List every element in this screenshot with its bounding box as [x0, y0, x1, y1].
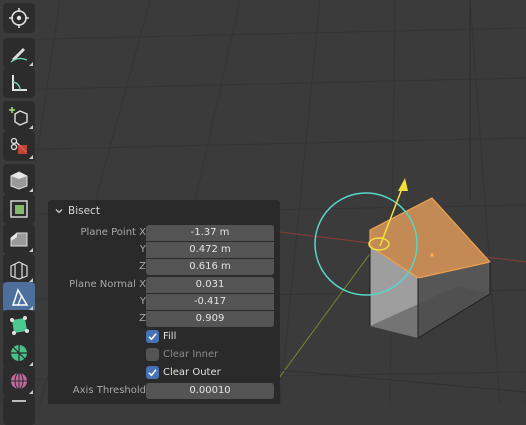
- plane-point-y-row: Y 0.472 m: [48, 242, 280, 258]
- cursor-icon: [9, 8, 29, 28]
- inset-tool-button[interactable]: [3, 194, 35, 224]
- submenu-indicator: [29, 188, 33, 192]
- smooth-tool-button[interactable]: [3, 366, 35, 396]
- plane-normal-x-field[interactable]: 0.031: [146, 277, 274, 293]
- bevel-icon: [10, 232, 28, 247]
- extrude-tool-button[interactable]: [3, 164, 35, 194]
- submenu-indicator: [29, 248, 33, 252]
- smooth-icon: [11, 372, 27, 390]
- submenu-indicator: [29, 155, 33, 159]
- plane-normal-z-field[interactable]: 0.909: [146, 311, 274, 327]
- poly-build-tool-button[interactable]: [3, 310, 35, 340]
- fill-row: Fill: [48, 329, 280, 345]
- plane-normal-z-row: Z 0.909: [48, 311, 280, 327]
- inset-icon: [10, 200, 28, 218]
- face-center-dot: [430, 253, 434, 257]
- clear-inner-row: Clear Inner: [48, 347, 280, 363]
- measure-tool-button[interactable]: [3, 68, 35, 98]
- plane-point-z-field[interactable]: 0.616 m: [146, 259, 274, 275]
- plane-normal-y-field[interactable]: -0.417: [146, 294, 274, 310]
- shear-icon: [12, 400, 26, 402]
- clear-outer-label[interactable]: Clear Outer: [163, 365, 221, 381]
- plane-normal-x-row: Plane Normal X 0.031: [48, 277, 280, 293]
- clear-outer-row: Clear Outer: [48, 365, 280, 381]
- plane-normal-z-label: Z: [139, 313, 146, 324]
- spin-icon: [11, 345, 27, 361]
- submenu-indicator: [29, 125, 33, 129]
- add-cube-tool-button[interactable]: [3, 101, 35, 131]
- knife-bisect-icon: [11, 288, 29, 306]
- loop-cut-tool-button[interactable]: [3, 254, 35, 284]
- mesh-object[interactable]: [369, 197, 492, 339]
- chevron-down-icon: [55, 209, 63, 214]
- plane-normal-y-row: Y -0.417: [48, 294, 280, 310]
- annotate-tool-button[interactable]: [3, 38, 35, 68]
- clear-inner-checkbox[interactable]: [146, 348, 159, 361]
- transform-tool-button[interactable]: [3, 131, 35, 161]
- annotate-icon: [10, 48, 28, 63]
- spin-tool-button[interactable]: [3, 338, 35, 368]
- clear-inner-label[interactable]: Clear Inner: [163, 347, 218, 363]
- measure-icon: [12, 75, 27, 91]
- transform-icon: [10, 137, 27, 154]
- extrude-icon: [10, 171, 28, 190]
- plane-point-z-row: Z 0.616 m: [48, 259, 280, 275]
- bisect-operator-panel: Bisect Plane Point X -1.37 m Y 0.472 m Z…: [48, 200, 280, 404]
- panel-header[interactable]: Bisect: [54, 203, 100, 219]
- axis-threshold-row: Axis Threshold 0.00010: [48, 383, 280, 399]
- plane-point-x-row: Plane Point X -1.37 m: [48, 225, 280, 241]
- axis-threshold-field[interactable]: 0.00010: [146, 383, 274, 399]
- tool-shelf: [0, 0, 38, 425]
- plane-normal-x-label: Plane Normal X: [69, 279, 146, 290]
- axis-threshold-label: Axis Threshold: [72, 385, 146, 396]
- plane-point-y-field[interactable]: 0.472 m: [146, 242, 274, 258]
- plane-point-x-label: Plane Point X: [80, 227, 146, 238]
- add-cube-icon: [9, 107, 28, 126]
- cursor-tool-button[interactable]: [3, 3, 35, 33]
- plane-normal-arrow-head[interactable]: [398, 178, 408, 191]
- submenu-indicator: [29, 390, 33, 394]
- loop-cut-icon: [10, 261, 28, 280]
- bevel-tool-button[interactable]: [3, 224, 35, 254]
- submenu-indicator: [29, 62, 33, 66]
- floor-line: [279, 369, 526, 393]
- fill-checkbox[interactable]: [146, 330, 159, 343]
- panel-title: Bisect: [68, 205, 100, 217]
- plane-point-x-field[interactable]: -1.37 m: [146, 225, 274, 241]
- bisect-tool-button[interactable]: [3, 282, 35, 312]
- fill-label[interactable]: Fill: [163, 329, 176, 345]
- plane-point-z-label: Z: [139, 261, 146, 272]
- checkmark-icon: [148, 333, 157, 341]
- checkmark-icon: [148, 369, 157, 377]
- shear-tool-button[interactable]: [3, 395, 35, 425]
- poly-build-icon: [10, 316, 29, 335]
- clear-outer-checkbox[interactable]: [146, 366, 159, 379]
